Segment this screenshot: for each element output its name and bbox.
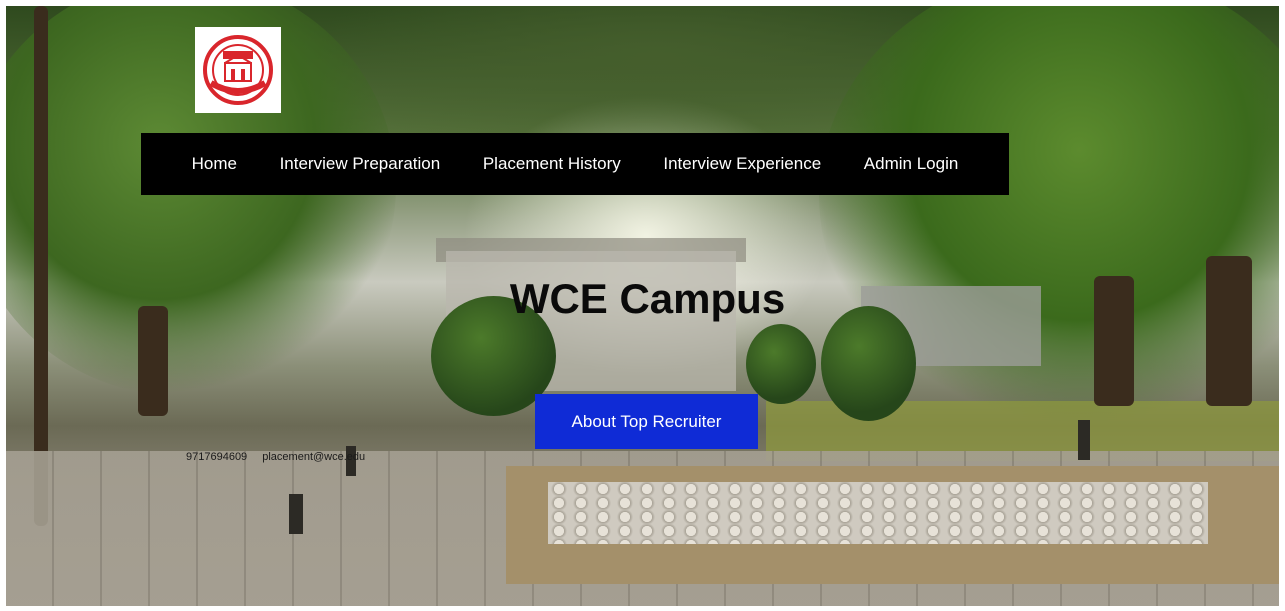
contact-info: 9717694609 placement@wce.edu xyxy=(186,451,377,463)
about-top-recruiter-button[interactable]: About Top Recruiter xyxy=(535,394,758,449)
pebble-bed xyxy=(548,482,1208,544)
nav-item-admin-login[interactable]: Admin Login xyxy=(864,154,959,174)
lamp-post xyxy=(1078,420,1090,460)
college-emblem-icon xyxy=(203,35,273,105)
shrub xyxy=(746,324,816,404)
main-navbar: Home Interview Preparation Placement His… xyxy=(141,133,1009,195)
college-logo-link[interactable] xyxy=(195,27,281,113)
nav-item-interview-preparation[interactable]: Interview Preparation xyxy=(280,154,441,174)
tree-trunk xyxy=(34,6,48,526)
shrub xyxy=(821,306,916,421)
contact-email[interactable]: placement@wce.edu xyxy=(262,451,365,463)
lamp-post xyxy=(289,494,303,534)
page-title: WCE Campus xyxy=(509,275,786,322)
nav-item-home[interactable]: Home xyxy=(192,154,237,174)
nav-item-placement-history[interactable]: Placement History xyxy=(483,154,621,174)
nav-item-interview-experience[interactable]: Interview Experience xyxy=(663,154,821,174)
contact-phone: 9717694609 xyxy=(186,451,248,463)
